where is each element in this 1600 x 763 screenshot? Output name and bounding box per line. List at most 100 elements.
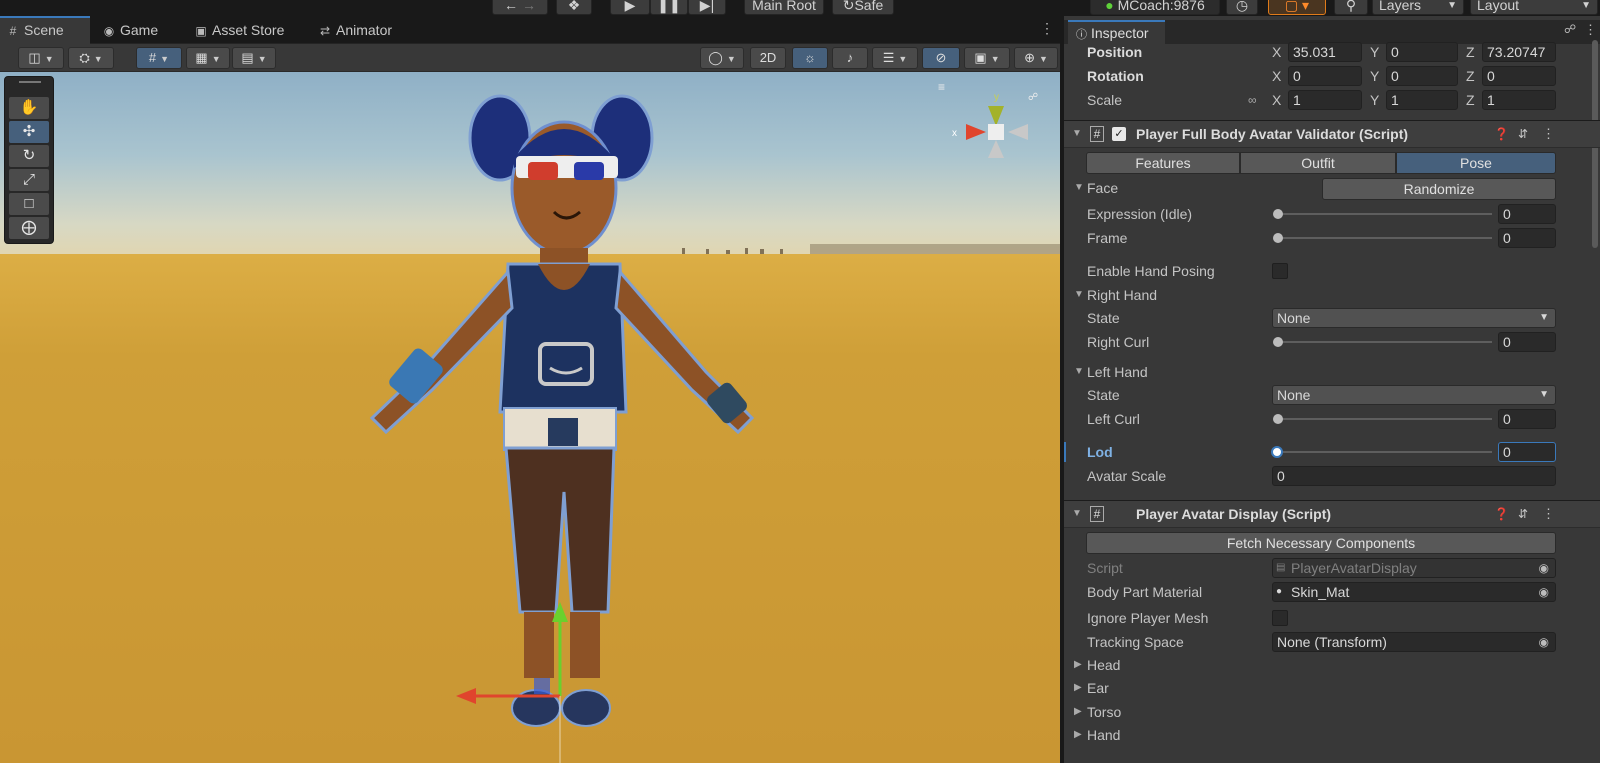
layers-dropdown[interactable]: Layers ▼ xyxy=(1372,0,1464,15)
body-part-material-field[interactable]: ●Skin_Mat◉ xyxy=(1272,582,1556,602)
position-z-field[interactable]: 73.20747 xyxy=(1482,42,1556,62)
lod-field[interactable]: 0 xyxy=(1498,442,1556,462)
face-foldout[interactable]: ▼ Face Randomize xyxy=(1064,176,1600,200)
search-icon[interactable]: ⚲ xyxy=(1334,0,1368,15)
lock-icon[interactable]: ☍ xyxy=(1028,92,1038,103)
tracking-space-field[interactable]: None (Transform)◉ xyxy=(1272,632,1556,652)
avatar-scale-field[interactable]: 0 xyxy=(1272,466,1556,486)
avatar[interactable] xyxy=(372,96,752,726)
expression-slider-handle[interactable] xyxy=(1273,209,1283,219)
package-icon[interactable]: ❖ xyxy=(556,0,592,15)
hand-foldout[interactable]: ▶Hand xyxy=(1064,723,1600,747)
scale-tool-icon[interactable]: ⤢ xyxy=(9,169,49,191)
hand-tool-icon[interactable]: ✋ xyxy=(9,97,49,119)
main-root-button[interactable]: Main Root xyxy=(744,0,824,15)
tab-outfit[interactable]: Outfit xyxy=(1240,152,1396,174)
scale-y-field[interactable]: 1 xyxy=(1386,90,1458,110)
history-nav[interactable]: ← → xyxy=(492,0,548,15)
randomize-button[interactable]: Randomize xyxy=(1322,178,1556,200)
object-picker-icon[interactable]: ◉ xyxy=(1539,633,1549,651)
more-options-icon[interactable]: ⋮ xyxy=(1542,501,1555,527)
tab-pose[interactable]: Pose xyxy=(1396,152,1556,174)
right-state-dropdown[interactable]: None▼ xyxy=(1272,308,1556,328)
rotation-z-field[interactable]: 0 xyxy=(1482,66,1556,86)
left-curl-field[interactable]: 0 xyxy=(1498,409,1556,429)
layout-dropdown[interactable]: Layout ▼ xyxy=(1470,0,1598,15)
transform-tool-icon[interactable]: ⨁ xyxy=(9,217,49,239)
ear-foldout[interactable]: ▶Ear xyxy=(1064,676,1600,700)
history-icon[interactable]: ◷ xyxy=(1226,0,1258,15)
audio-icon[interactable]: ♪ xyxy=(832,47,868,69)
head-foldout[interactable]: ▶Head xyxy=(1064,653,1600,677)
fetch-components-button[interactable]: Fetch Necessary Components xyxy=(1086,532,1556,554)
scale-z-field[interactable]: 1 xyxy=(1482,90,1556,110)
left-curl-slider-handle[interactable] xyxy=(1273,414,1283,424)
display-component-header[interactable]: ▼ # Player Avatar Display (Script) ❓ ⇵ ⋮ xyxy=(1064,500,1600,528)
tab-asset-store[interactable]: ▣Asset Store xyxy=(188,16,308,44)
grid-dropdown[interactable]: ▦▼ xyxy=(186,47,230,69)
tab-game[interactable]: ◉Game xyxy=(96,16,186,44)
frame-slider-handle[interactable] xyxy=(1273,233,1283,243)
help-icon[interactable]: ❓ xyxy=(1494,501,1509,527)
render-mode-dropdown[interactable]: ◯▼ xyxy=(700,47,744,69)
back-arrow-icon[interactable]: ← xyxy=(504,0,518,13)
move-tool-icon[interactable]: ✣ xyxy=(9,121,49,143)
help-icon[interactable]: ❓ xyxy=(1494,121,1509,147)
position-x-field[interactable]: 35.031 xyxy=(1288,42,1362,62)
coach-status[interactable]: ● MCoach:9876 xyxy=(1090,0,1220,15)
more-options-icon[interactable]: ⋮ xyxy=(1584,22,1597,38)
forward-arrow-icon[interactable]: → xyxy=(522,0,536,13)
rotation-y-field[interactable]: 0 xyxy=(1386,66,1458,86)
menu-icon[interactable]: ≡ xyxy=(938,80,945,94)
right-curl-slider-track[interactable] xyxy=(1278,341,1492,343)
torso-foldout[interactable]: ▶Torso xyxy=(1064,700,1600,724)
more-options-icon[interactable]: ⋮ xyxy=(1040,20,1054,37)
effects-dropdown[interactable]: ☰▼ xyxy=(872,47,918,69)
play-button[interactable]: ▶ xyxy=(610,0,650,15)
right-hand-foldout[interactable]: ▼ Right Hand xyxy=(1064,283,1600,307)
enabled-checkbox[interactable]: ✓ xyxy=(1112,127,1126,141)
rotation-x-field[interactable]: 0 xyxy=(1288,66,1362,86)
step-button[interactable]: ▶| xyxy=(688,0,726,15)
link-icon[interactable]: ∞ xyxy=(1248,88,1257,112)
expression-field[interactable]: 0 xyxy=(1498,204,1556,224)
scene-viewport[interactable]: ✋ ✣ ↻ ⤢ □ ⨁ y x ☍ ≡ xyxy=(0,72,1060,763)
fold-open-icon[interactable]: ▼ xyxy=(1072,121,1082,147)
preset-icon[interactable]: ⇵ xyxy=(1518,501,1528,527)
lock-icon[interactable]: ☍ xyxy=(1564,22,1576,36)
draw-mode-dropdown[interactable]: ◫▼ xyxy=(18,47,64,69)
pause-button[interactable]: ❚❚ xyxy=(650,0,688,15)
drag-handle[interactable] xyxy=(19,81,41,83)
validator-component-header[interactable]: ▼ # ✓ Player Full Body Avatar Validator … xyxy=(1064,120,1600,148)
preset-icon[interactable]: ⇵ xyxy=(1518,121,1528,147)
hidden-objects-icon[interactable]: ⊘ xyxy=(922,47,960,69)
ignore-player-mesh-checkbox[interactable] xyxy=(1272,610,1288,626)
safe-button[interactable]: ↻Safe xyxy=(832,0,894,15)
rect-tool-icon[interactable]: □ xyxy=(9,193,49,215)
increment-snap-dropdown[interactable]: ▤▼ xyxy=(232,47,276,69)
lighting-icon[interactable]: ☼ xyxy=(792,47,828,69)
fold-open-icon[interactable]: ▼ xyxy=(1072,501,1082,527)
left-state-dropdown[interactable]: None▼ xyxy=(1272,385,1556,405)
right-curl-slider-handle[interactable] xyxy=(1273,337,1283,347)
frame-slider-track[interactable] xyxy=(1278,237,1492,239)
left-curl-slider-track[interactable] xyxy=(1278,418,1492,420)
lod-slider-track[interactable] xyxy=(1278,451,1492,453)
camera-dropdown[interactable]: ▣▼ xyxy=(964,47,1010,69)
scale-x-field[interactable]: 1 xyxy=(1288,90,1362,110)
right-curl-field[interactable]: 0 xyxy=(1498,332,1556,352)
rotate-tool-icon[interactable]: ↻ xyxy=(9,145,49,167)
global-dropdown[interactable]: ⛭▼ xyxy=(68,47,114,69)
object-picker-icon[interactable]: ◉ xyxy=(1539,583,1549,601)
frame-field[interactable]: 0 xyxy=(1498,228,1556,248)
collab-icon[interactable]: ▢ ▾ xyxy=(1268,0,1326,15)
gizmos-dropdown[interactable]: ⊕▼ xyxy=(1014,47,1058,69)
enable-hand-posing-checkbox[interactable] xyxy=(1272,263,1288,279)
tab-scene[interactable]: #Scene xyxy=(0,16,90,44)
lod-slider-handle[interactable] xyxy=(1271,446,1283,458)
position-y-field[interactable]: 0 xyxy=(1386,42,1458,62)
toggle-2d-button[interactable]: 2D xyxy=(750,47,786,69)
tab-features[interactable]: Features xyxy=(1086,152,1240,174)
expression-slider-track[interactable] xyxy=(1278,213,1492,215)
grid-snap-dropdown[interactable]: #▼ xyxy=(136,47,182,69)
